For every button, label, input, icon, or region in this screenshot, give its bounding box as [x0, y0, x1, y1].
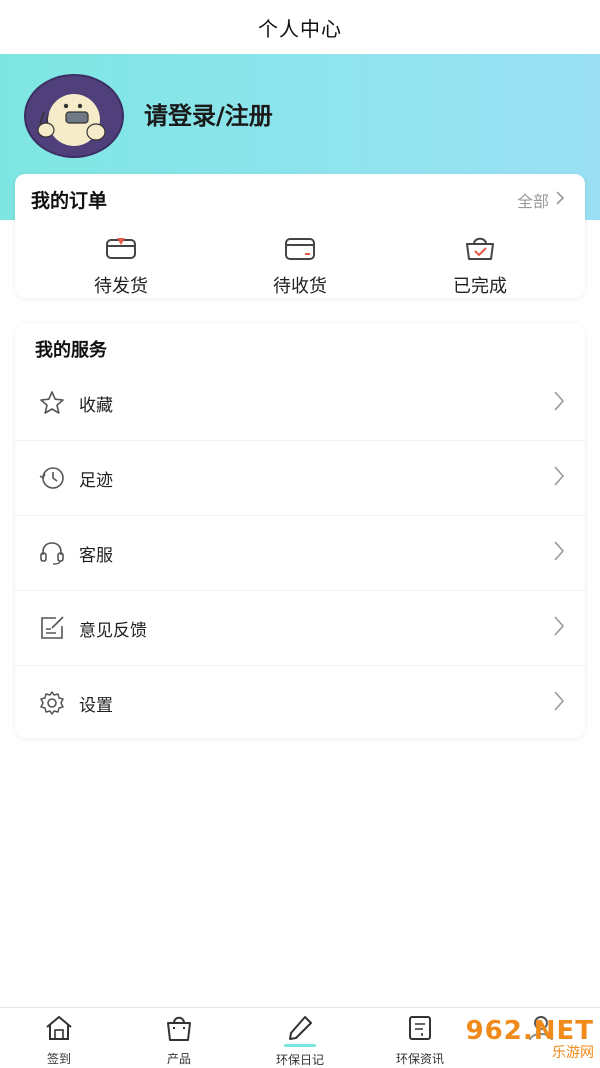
watermark-subtitle: 乐游网 [552, 1044, 594, 1061]
service-feedback[interactable]: 意见反馈 [15, 591, 585, 666]
order-pending-shipment[interactable]: 待发货 [61, 234, 181, 298]
order-completed[interactable]: 已完成 [420, 234, 540, 298]
service-history[interactable]: 足迹 [15, 441, 585, 516]
tab-checkin[interactable]: 签到 [14, 1014, 104, 1067]
document-icon [405, 1014, 435, 1046]
home-icon [44, 1014, 74, 1046]
order-completed-label: 已完成 [453, 276, 507, 297]
pen-icon [285, 1014, 315, 1046]
tab-eco-diary[interactable]: 环保日记 [255, 1014, 345, 1068]
top-bar: 个人中心 [0, 0, 600, 54]
bag-complete-icon [463, 234, 497, 266]
service-history-label: 足迹 [79, 470, 113, 491]
site-watermark: 962.NET 乐游网 [458, 1010, 600, 1067]
view-all-orders-link[interactable]: 全部 [517, 188, 565, 212]
chevron-right-icon [553, 615, 565, 641]
wallet-receive-icon [283, 234, 317, 266]
order-pending-receipt-label: 待收货 [273, 276, 327, 297]
chevron-right-icon [553, 690, 565, 716]
headset-icon [37, 538, 67, 568]
my-services-title: 我的服务 [35, 340, 107, 361]
service-favorites[interactable]: 收藏 [15, 366, 585, 441]
service-settings-label: 设置 [79, 695, 113, 716]
chevron-right-icon [553, 540, 565, 566]
active-tab-indicator [284, 1044, 316, 1047]
history-clock-icon [37, 463, 67, 493]
tab-products[interactable]: 产品 [134, 1014, 224, 1067]
tab-eco-news-label: 环保资讯 [395, 1052, 444, 1066]
order-pending-receipt[interactable]: 待收货 [240, 234, 360, 298]
my-services-card: 我的服务 收藏 足迹 客服 意见反馈 设置 [15, 324, 585, 738]
tab-eco-diary-label: 环保日记 [275, 1053, 324, 1067]
edit-note-icon [37, 613, 67, 643]
chevron-right-icon [553, 390, 565, 416]
service-feedback-label: 意见反馈 [79, 620, 147, 641]
tab-checkin-label: 签到 [46, 1052, 71, 1066]
my-orders-title: 我的订单 [31, 190, 108, 212]
shopping-bag-icon [164, 1014, 194, 1046]
tab-eco-news[interactable]: 环保资讯 [375, 1014, 465, 1067]
my-orders-card: 我的订单 全部 待发货 待收货 已完成 [15, 174, 585, 298]
tab-products-label: 产品 [166, 1052, 191, 1066]
login-register-link[interactable]: 请登录/注册 [144, 96, 273, 131]
service-settings[interactable]: 设置 [15, 666, 585, 740]
service-customer-support[interactable]: 客服 [15, 516, 585, 591]
chevron-right-icon [553, 465, 565, 491]
service-customer-support-label: 客服 [79, 545, 113, 566]
page-title: 个人中心 [258, 16, 342, 41]
service-favorites-label: 收藏 [79, 395, 113, 416]
gear-icon [37, 688, 67, 718]
view-all-label: 全部 [516, 192, 549, 211]
avatar[interactable] [24, 74, 124, 158]
star-icon [37, 388, 67, 418]
box-pending-icon [104, 234, 138, 266]
chevron-right-icon [555, 190, 565, 210]
order-pending-shipment-label: 待发货 [94, 276, 148, 297]
